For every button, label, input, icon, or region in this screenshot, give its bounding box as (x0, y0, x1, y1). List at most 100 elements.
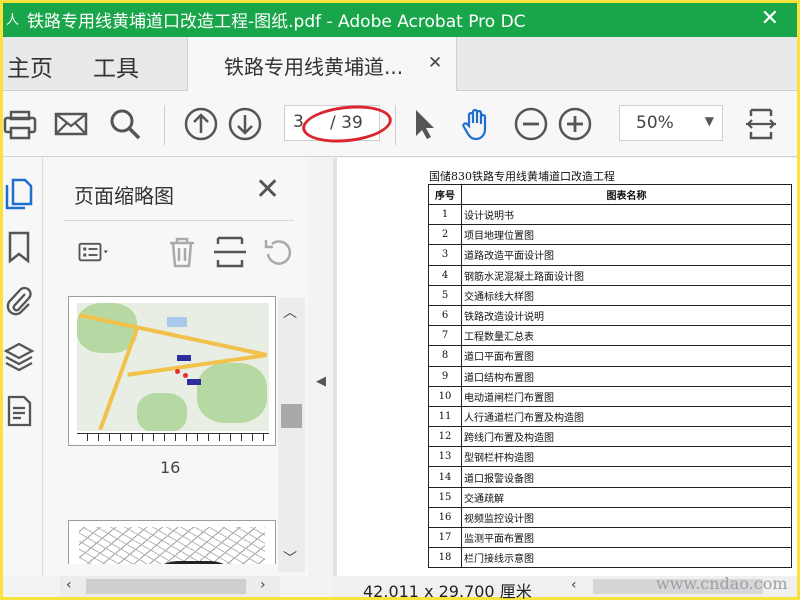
page-fit-icon[interactable] (743, 106, 779, 142)
document-view[interactable]: 国储830铁路专用线黄埔道口改造工程 序号 图表名称 1 设计说明书 2 项目地理位置… (333, 158, 797, 576)
thumbnail-horizontal-scrollbar[interactable]: ‹ › (60, 576, 280, 597)
prev-page-icon[interactable] (183, 106, 219, 142)
map-preview (77, 303, 269, 431)
drawing-title: 钢筋水泥混凝土路面设计图 (461, 264, 792, 286)
title-block (77, 433, 269, 441)
row-number: 15 (428, 486, 462, 508)
document-tab[interactable]: 铁路专用线黄埔道... ✕ (187, 37, 457, 91)
select-cursor-icon[interactable] (407, 106, 443, 142)
page-thumbnail[interactable] (68, 296, 276, 446)
next-page-icon[interactable] (227, 106, 263, 142)
rotate-icon[interactable] (260, 234, 300, 274)
document-properties-icon[interactable] (3, 394, 39, 434)
zoom-level-select[interactable]: 50% ▼ (619, 105, 723, 141)
scroll-left-icon[interactable]: ‹ (66, 577, 72, 593)
scroll-right-icon[interactable]: › (260, 577, 266, 593)
drawing-title: 工程数量汇总表 (461, 325, 792, 347)
panel-divider (64, 220, 294, 221)
print-icon[interactable] (3, 106, 39, 142)
row-number: 1 (428, 203, 462, 226)
attachment-icon[interactable] (3, 284, 39, 324)
drawing-title: 铁路改造设计说明 (461, 304, 792, 327)
table-row: 7 工程数量汇总表 (428, 325, 792, 347)
drawing-title: 监测平面布置图 (461, 526, 792, 549)
drawing-detail (159, 561, 229, 564)
panel-title: 页面缩略图 (74, 184, 174, 208)
row-number: 5 (428, 284, 462, 306)
tab-close-icon[interactable]: ✕ (428, 53, 442, 73)
home-nav[interactable]: 主页 (7, 49, 53, 83)
row-number: 11 (428, 405, 462, 428)
close-panel-icon[interactable]: ✕ (255, 172, 280, 207)
row-number: 9 (428, 365, 462, 387)
table-row: 17 监测平面布置图 (428, 526, 792, 549)
acrobat-icon: 人 (6, 13, 20, 28)
zoom-in-icon[interactable] (557, 106, 593, 142)
drawing-title: 型钢栏杆构造图 (461, 446, 792, 468)
row-number: 10 (428, 385, 462, 407)
row-number: 13 (428, 446, 462, 468)
document-header: 国储830铁路专用线黄埔道口改造工程 (429, 170, 615, 183)
column-header: 图表名称 (461, 184, 792, 205)
layers-icon[interactable] (3, 340, 39, 380)
drawing-title: 项目地理位置图 (461, 224, 792, 246)
window-title: 铁路专用线黄埔道口改造工程-图纸.pdf - Adobe Acrobat Pro… (27, 12, 526, 32)
tools-nav[interactable]: 工具 (93, 49, 139, 83)
row-number: 17 (428, 526, 462, 549)
pdf-page: 国储830铁路专用线黄埔道口改造工程 序号 图表名称 1 设计说明书 2 项目地理位置… (337, 158, 797, 576)
left-navigation-rail (3, 158, 43, 576)
page-thumbnails-icon[interactable] (3, 176, 39, 216)
zoom-out-icon[interactable] (513, 106, 549, 142)
table-row: 3 道路改造平面设计图 (428, 244, 792, 266)
table-row: 13 型钢栏杆构造图 (428, 446, 792, 468)
row-number: 7 (428, 325, 462, 347)
document-tab-label: 铁路专用线黄埔道... (224, 55, 404, 79)
drawing-title: 电动道闸栏门布置图 (461, 385, 792, 407)
scroll-up-icon[interactable]: ︿ (283, 302, 297, 322)
scroll-down-icon[interactable]: ﹀ (283, 548, 297, 568)
drawing-title: 道口结构布置图 (461, 365, 792, 387)
row-number: 18 (428, 547, 462, 569)
drawing-title: 人行通道栏门布置及构造图 (461, 405, 792, 428)
table-row: 4 钢筋水泥混凝土路面设计图 (428, 264, 792, 286)
row-number: 14 (428, 466, 462, 488)
table-row: 16 视频监控设计图 (428, 506, 792, 529)
drawing-title: 交通疏解 (461, 486, 792, 508)
table-row: 12 跨线门布置及构造图 (428, 426, 792, 448)
thumbnail-scrollbar[interactable]: ︿ ﹀ (278, 298, 305, 572)
window-close-button[interactable]: ✕ (761, 6, 779, 31)
thumbnail-options-icon[interactable] (78, 234, 118, 274)
row-number: 16 (428, 506, 462, 529)
scroll-thumb[interactable] (86, 579, 246, 594)
column-header: 序号 (428, 184, 462, 205)
bookmark-icon[interactable] (3, 230, 39, 270)
row-number: 8 (428, 345, 462, 367)
collapse-panel-icon[interactable]: ◀ (316, 374, 326, 389)
toolbar-separator (395, 105, 396, 145)
row-number: 3 (428, 244, 462, 266)
scroll-thumb[interactable] (281, 404, 302, 428)
title-bar: 人 铁路专用线黄埔道口改造工程-图纸.pdf - Adobe Acrobat P… (3, 3, 797, 37)
drawing-preview (79, 527, 265, 564)
thumbnails-panel: 页面缩略图 ✕ 16 (44, 158, 308, 576)
search-icon[interactable] (107, 106, 143, 142)
hand-tool-icon[interactable] (459, 106, 495, 142)
toolbar-separator (164, 105, 165, 145)
scroll-left-icon[interactable]: ‹ (571, 577, 577, 593)
table-row: 1 设计说明书 (428, 203, 792, 226)
delete-icon[interactable] (164, 234, 204, 274)
extract-pages-icon[interactable] (212, 234, 252, 274)
table-row: 10 电动道闸栏门布置图 (428, 385, 792, 407)
mail-icon[interactable] (53, 106, 89, 142)
drawing-index-table: 序号 图表名称 1 设计说明书 2 项目地理位置图 3 道路改造平面设计图 4 钢筋水泥混凝土… (428, 184, 792, 569)
table-row: 15 交通疏解 (428, 486, 792, 508)
zoom-level-value: 50% (636, 113, 674, 133)
table-row: 18 栏门接线示意图 (428, 547, 792, 569)
page-thumbnail[interactable] (68, 520, 276, 564)
drawing-title: 道口平面布置图 (461, 345, 792, 367)
drawing-title: 设计说明书 (461, 203, 792, 226)
table-row: 5 交通标线大样图 (428, 284, 792, 306)
drawing-title: 跨线门布置及构造图 (461, 426, 792, 448)
thumbnail-list[interactable]: 16 (64, 296, 282, 564)
drawing-title: 道路改造平面设计图 (461, 244, 792, 266)
